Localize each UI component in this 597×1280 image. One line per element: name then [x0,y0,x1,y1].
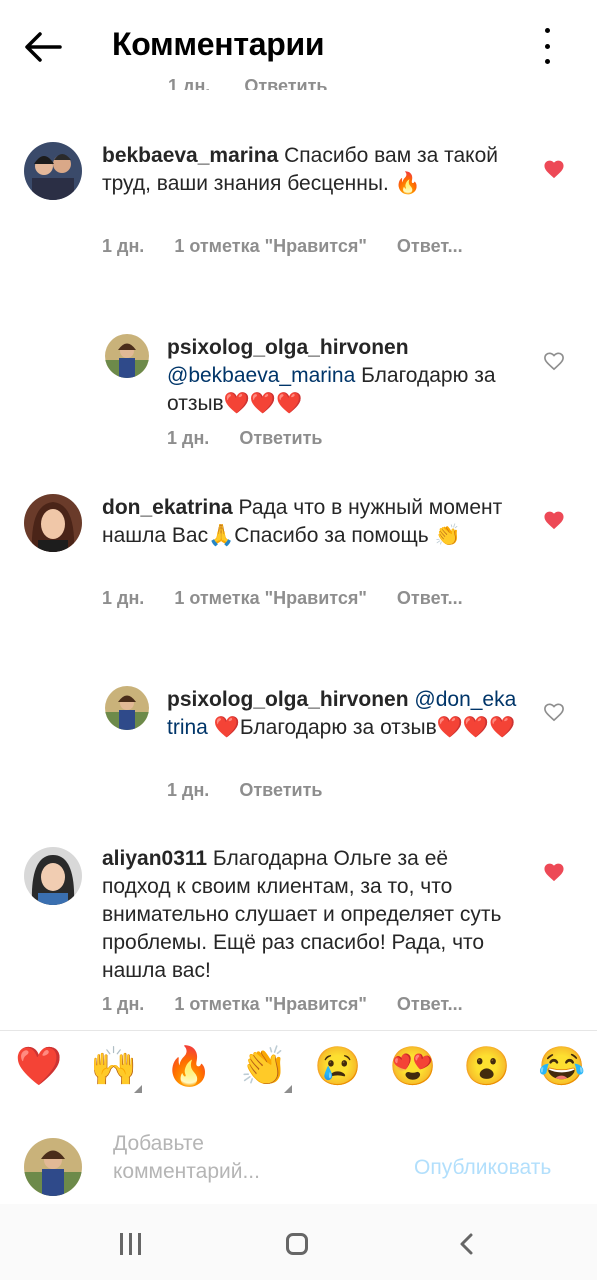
comment-text: don_ekatrina Рада что в нужный момент на… [102,494,522,550]
heart-eyes-emoji-button[interactable]: 😍 [389,1045,436,1089]
comment-meta: 1 дн. 1 отметка "Нравится" Ответ... [102,236,493,257]
reply-button[interactable]: Ответить [239,780,322,800]
avatar[interactable] [105,334,149,378]
raised-hands-emoji-button[interactable]: 🙌 [90,1045,142,1093]
heart-outline-icon[interactable] [543,351,565,371]
heart-filled-icon[interactable] [543,159,565,179]
comment-body: ❤️Благодарю за отзыв❤️❤️❤️ [207,716,516,739]
comment-username[interactable]: aliyan0311 [102,847,207,870]
comment-likes[interactable]: 1 отметка "Нравится" [174,588,367,608]
comment-composer: Добавьте комментарий... Опубликовать [0,1104,597,1204]
comment-meta: 1 дн. 1 отметка "Нравится" Ответ... [102,588,493,609]
surprised-emoji-button[interactable]: 😮 [463,1045,510,1089]
heart-outline-icon[interactable] [543,702,565,722]
comment-input[interactable]: Добавьте комментарий... [113,1130,313,1186]
system-nav-bar [0,1204,597,1280]
comment-likes[interactable]: 1 отметка "Нравится" [174,236,367,256]
home-icon[interactable] [286,1233,308,1255]
comment-item: aliyan0311 Благодарна Ольге за её подход… [0,845,597,1025]
comment-time: 1 дн. [167,428,210,448]
comment-username[interactable]: psixolog_olga_hirvonen [167,336,409,359]
clap-emoji: 👏 [240,1046,288,1088]
comment-text: psixolog_olga_hirvonen @don_ekatrina ❤️Б… [167,686,517,742]
comment-username[interactable]: don_ekatrina [102,496,233,519]
current-user-avatar [24,1138,82,1196]
ghost-time: 1 дн. [168,76,211,90]
avatar[interactable] [24,494,82,552]
heart-filled-icon[interactable] [543,510,565,530]
comment-meta: 1 дн. Ответить [167,428,353,449]
comment-time: 1 дн. [102,236,145,256]
raised-hands-emoji: 🙌 [90,1046,138,1088]
comment-username[interactable]: psixolog_olga_hirvonen [167,688,409,711]
mention-link[interactable]: @bekbaeva_marina [167,364,355,387]
skin-tone-indicator-icon [284,1085,292,1093]
comment-text: aliyan0311 Благодарна Ольге за её подход… [102,845,522,985]
reply-item: psixolog_olga_hirvonen @don_ekatrina ❤️Б… [0,684,597,814]
ghost-reply: Ответить [244,76,328,90]
reply-button[interactable]: Ответ... [397,236,463,256]
publish-button[interactable]: Опубликовать [414,1156,551,1180]
emoji-quick-bar: ❤️ 🙌 🔥 👏 😢 😍 😮 😂 [0,1030,597,1106]
nav-back-icon[interactable] [456,1232,478,1256]
reply-item: psixolog_olga_hirvonen @bekbaeva_marina Б… [0,332,597,462]
fire-emoji-button[interactable]: 🔥 [165,1045,212,1089]
comment-text: bekbaeva_marina Спасибо вам за такой тру… [102,142,522,198]
scrolled-meta: 1 дн. Ответить [168,76,362,90]
avatar[interactable] [24,847,82,905]
comment-item: bekbaeva_marina Спасибо вам за такой тру… [0,140,597,270]
avatar[interactable] [24,142,82,200]
reply-button[interactable]: Ответ... [397,994,463,1014]
crying-emoji-button[interactable]: 😢 [314,1045,361,1089]
heart-emoji-button[interactable]: ❤️ [15,1045,62,1089]
back-arrow-icon[interactable] [20,24,66,70]
comment-username[interactable]: bekbaeva_marina [102,144,278,167]
reply-button[interactable]: Ответить [239,428,322,448]
more-options-icon[interactable] [530,28,564,64]
skin-tone-indicator-icon [134,1085,142,1093]
laughing-emoji-button[interactable]: 😂 [538,1045,585,1089]
comment-time: 1 дн. [167,780,210,800]
recent-apps-icon[interactable] [120,1233,147,1260]
comment-item: don_ekatrina Рада что в нужный момент на… [0,492,597,622]
comment-likes[interactable]: 1 отметка "Нравится" [174,994,367,1014]
comment-time: 1 дн. [102,588,145,608]
comment-meta: 1 дн. 1 отметка "Нравится" Ответ... [102,994,493,1015]
clap-emoji-button[interactable]: 👏 [240,1045,292,1093]
comment-time: 1 дн. [102,994,145,1014]
heart-filled-icon[interactable] [543,862,565,882]
avatar[interactable] [105,686,149,730]
page-title: Комментарии [112,26,325,62]
reply-button[interactable]: Ответ... [397,588,463,608]
comment-text: psixolog_olga_hirvonen @bekbaeva_marina Б… [167,334,517,418]
comment-meta: 1 дн. Ответить [167,780,353,801]
